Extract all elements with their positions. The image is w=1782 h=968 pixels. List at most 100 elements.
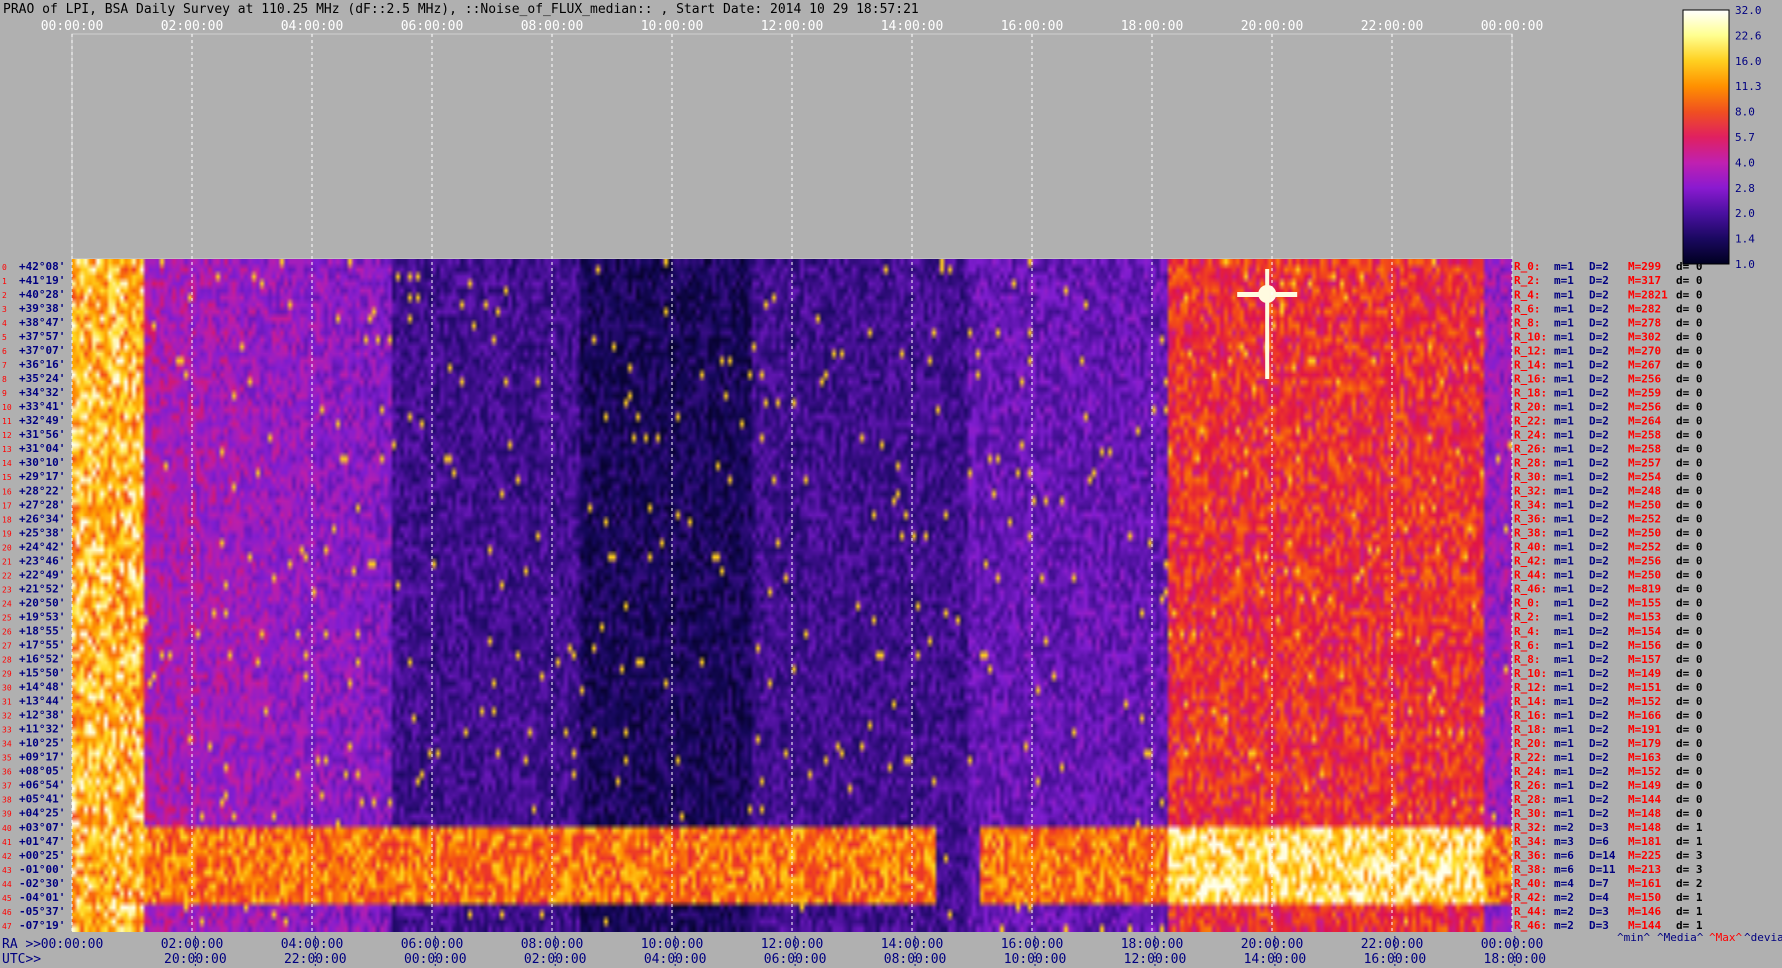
ra-tick-label: 16:00:00	[1001, 937, 1064, 952]
colorbar-tick-label: 2.8	[1735, 182, 1755, 195]
declination-label: +04°25'	[19, 807, 65, 820]
stats-max: M=157	[1628, 653, 1661, 666]
declination-label: -04°01'	[19, 891, 65, 904]
stats-min: m=1	[1554, 681, 1574, 694]
stats-row-id: R_30:	[1514, 471, 1547, 484]
stats-median: D=3	[1589, 821, 1609, 834]
stats-median: D=2	[1589, 400, 1609, 413]
stats-median: D=11	[1589, 863, 1616, 876]
declination-label: +34°32'	[19, 386, 65, 399]
declination-label: +18°55'	[19, 624, 65, 637]
row-number-label: 0	[2, 263, 7, 272]
stats-devia: d= 0	[1676, 611, 1703, 624]
stats-row-id: R_28:	[1514, 457, 1547, 470]
top-axis-tick-label: 16:00:00	[1001, 19, 1064, 34]
stats-row-id: R_20:	[1514, 737, 1547, 750]
stats-max: M=250	[1628, 569, 1661, 582]
stats-min: m=1	[1554, 442, 1574, 455]
stats-max: M=254	[1628, 471, 1661, 484]
stats-row-id: R_4:	[1514, 288, 1541, 301]
stats-max: M=155	[1628, 597, 1661, 610]
row-number-label: 14	[2, 459, 12, 468]
declination-label: +16°52'	[19, 653, 65, 666]
declination-label: +37°57'	[19, 330, 65, 343]
stats-footer-min: ^min^	[1617, 931, 1650, 944]
row-number-label: 30	[2, 684, 12, 693]
declination-label: +09°17'	[19, 751, 65, 764]
stats-max: M=256	[1628, 400, 1661, 413]
stats-max: M=146	[1628, 905, 1661, 918]
stats-min: m=1	[1554, 330, 1574, 343]
stats-max: M=250	[1628, 499, 1661, 512]
row-number-label: 18	[2, 515, 12, 524]
top-axis-tick-label: 22:00:00	[1361, 19, 1424, 34]
stats-devia: d= 0	[1676, 513, 1703, 526]
stats-devia: d= 0	[1676, 639, 1703, 652]
stats-devia: d= 0	[1676, 330, 1703, 343]
stats-median: D=2	[1589, 471, 1609, 484]
declination-label: +37°07'	[19, 344, 65, 357]
top-axis-tick-label: 00:00:00	[41, 19, 104, 34]
row-number-label: 39	[2, 810, 12, 819]
stats-devia: d= 0	[1676, 709, 1703, 722]
stats-median: D=2	[1589, 316, 1609, 329]
stats-devia: d= 0	[1676, 358, 1703, 371]
stats-max: M=213	[1628, 863, 1661, 876]
row-number-label: 24	[2, 599, 12, 608]
top-axis-tick-label: 14:00:00	[881, 19, 944, 34]
stats-row-id: R_24:	[1514, 765, 1547, 778]
stats-min: m=1	[1554, 569, 1574, 582]
stats-median: D=2	[1589, 625, 1609, 638]
stats-devia: d= 0	[1676, 625, 1703, 638]
stats-min: m=2	[1554, 905, 1574, 918]
stats-median: D=2	[1589, 723, 1609, 736]
stats-row-id: R_26:	[1514, 442, 1547, 455]
stats-row-id: R_16:	[1514, 709, 1547, 722]
declination-label: +35°24'	[19, 372, 65, 385]
stats-min: m=2	[1554, 821, 1574, 834]
declination-label: +13°44'	[19, 695, 65, 708]
stats-median: D=2	[1589, 737, 1609, 750]
stats-max: M=250	[1628, 527, 1661, 540]
stats-median: D=2	[1589, 695, 1609, 708]
row-number-label: 29	[2, 670, 12, 679]
declination-label: -02°30'	[19, 877, 65, 890]
ra-tick-label: 06:00:00	[401, 937, 464, 952]
stats-devia: d= 0	[1676, 765, 1703, 778]
stats-devia: d= 0	[1676, 471, 1703, 484]
stats-devia: d= 0	[1676, 667, 1703, 680]
stats-median: D=2	[1589, 330, 1609, 343]
stats-median: D=2	[1589, 442, 1609, 455]
stats-min: m=1	[1554, 709, 1574, 722]
stats-min: m=1	[1554, 260, 1574, 273]
stats-max: M=256	[1628, 372, 1661, 385]
stats-min: m=1	[1554, 765, 1574, 778]
stats-median: D=2	[1589, 358, 1609, 371]
stats-row-id: R_20:	[1514, 400, 1547, 413]
stats-median: D=2	[1589, 569, 1609, 582]
declination-label: +05°41'	[19, 793, 65, 806]
stats-row-id: R_44:	[1514, 905, 1547, 918]
row-number-label: 21	[2, 557, 12, 566]
colorbar-tick-label: 11.3	[1735, 80, 1762, 93]
stats-median: D=2	[1589, 513, 1609, 526]
row-number-label: 32	[2, 712, 12, 721]
top-axis-tick-label: 18:00:00	[1121, 19, 1184, 34]
declination-label: +30°10'	[19, 456, 65, 469]
stats-median: D=2	[1589, 485, 1609, 498]
stats-min: m=1	[1554, 485, 1574, 498]
declination-label: +01°47'	[19, 835, 65, 848]
declination-label: +20°50'	[19, 596, 65, 609]
stats-min: m=4	[1554, 877, 1574, 890]
stats-median: D=2	[1589, 260, 1609, 273]
stats-max: M=278	[1628, 316, 1661, 329]
declination-label: -07°19'	[19, 919, 65, 932]
stats-row-id: R_8:	[1514, 653, 1541, 666]
stats-devia: d= 0	[1676, 737, 1703, 750]
colorbar-tick-label: 4.0	[1735, 156, 1755, 169]
stats-max: M=258	[1628, 442, 1661, 455]
stats-max: M=149	[1628, 667, 1661, 680]
stats-row-id: R_40:	[1514, 877, 1547, 890]
stats-devia: d= 0	[1676, 372, 1703, 385]
row-number-label: 11	[2, 417, 12, 426]
